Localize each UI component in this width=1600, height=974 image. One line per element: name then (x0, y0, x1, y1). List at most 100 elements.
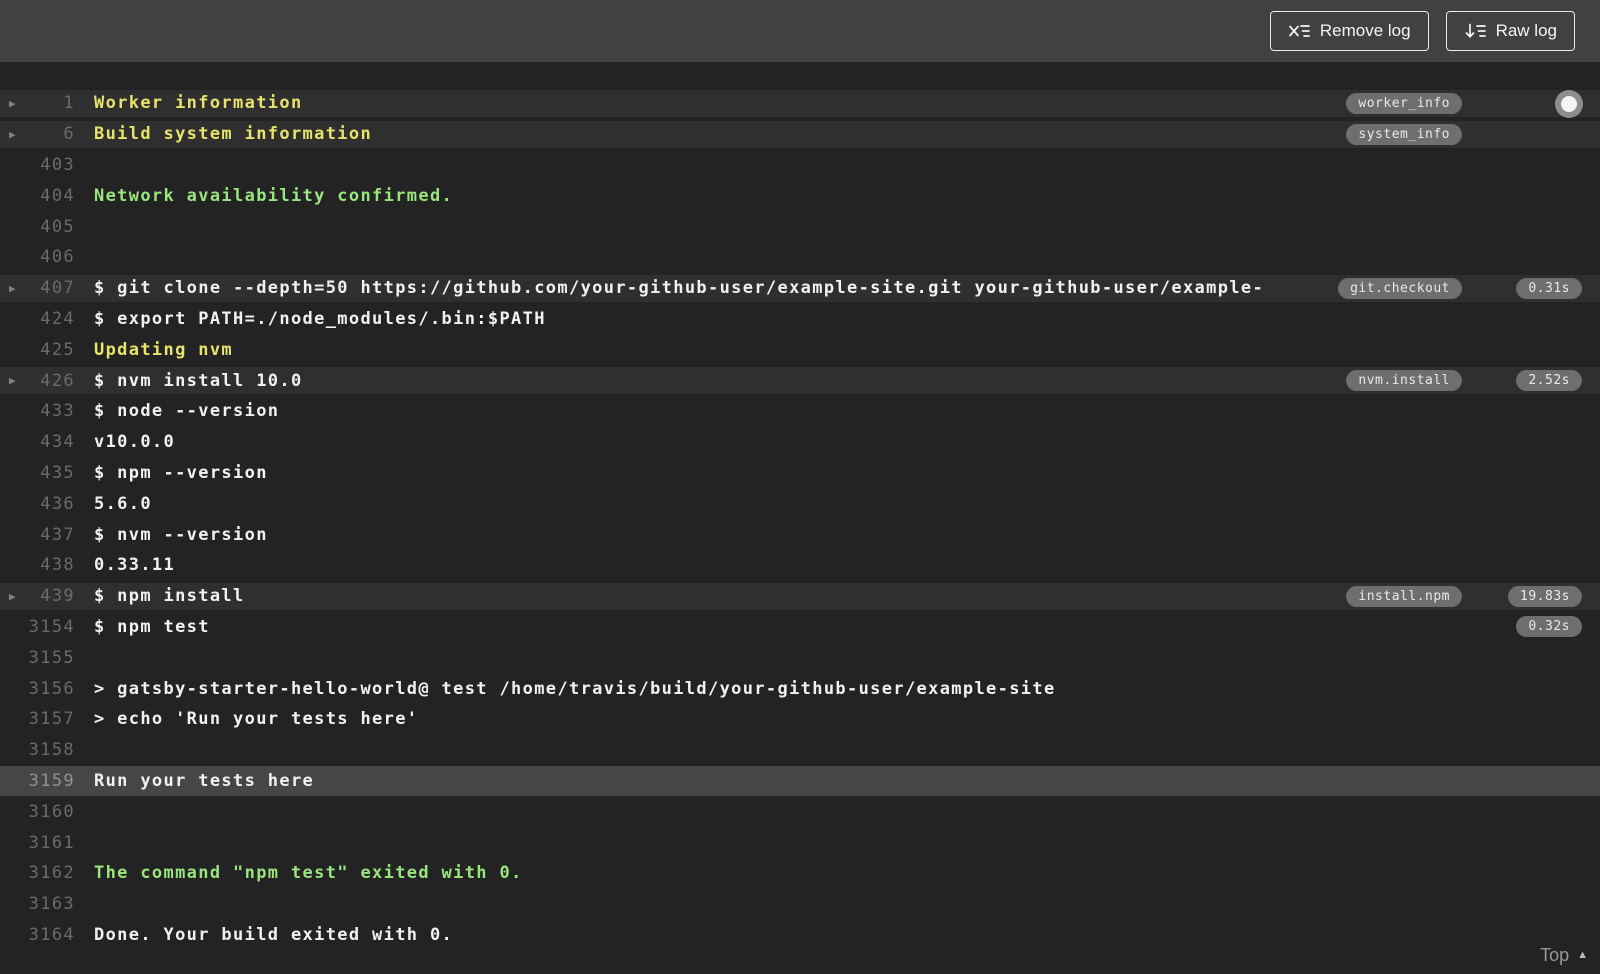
fold-toggle-icon[interactable]: ▶ (0, 97, 26, 110)
log-row: 3157 > echo 'Run your tests here' (0, 704, 1600, 735)
log-line-text: $ npm --version (94, 462, 268, 483)
log-row: 438 0.33.11 (0, 550, 1600, 581)
remove-log-icon (1288, 22, 1310, 40)
log-line-text: 5.6.0 (94, 493, 152, 514)
log-row: 3158 (0, 735, 1600, 766)
duration-slot: 19.83s (1462, 585, 1600, 607)
log-row: 3156 > gatsby-starter-hello-world@ test … (0, 673, 1600, 704)
log-row: ▶ 439 $ npm install install.npm 19.83s (0, 580, 1600, 612)
log-line-text: Updating nvm (94, 339, 234, 360)
line-number[interactable]: 3161 (26, 833, 75, 853)
log-row: 3161 (0, 827, 1600, 858)
log-row: 3162 The command "npm test" exited with … (0, 858, 1600, 889)
top-link-label: Top (1540, 945, 1570, 965)
log-line-text: Build system information (94, 124, 373, 145)
line-number[interactable]: 406 (26, 247, 75, 267)
fold-tag-badge: git.checkout (1338, 277, 1462, 299)
log-line-text: $ nvm --version (94, 524, 268, 545)
line-number[interactable]: 435 (26, 463, 75, 483)
line-number[interactable]: 437 (26, 525, 75, 545)
line-number[interactable]: 3157 (26, 709, 75, 729)
log-line-text: > echo 'Run your tests here' (94, 709, 419, 730)
raw-log-icon (1464, 22, 1486, 40)
line-number[interactable]: 3155 (26, 648, 75, 668)
fold-toggle-icon[interactable]: ▶ (0, 374, 26, 387)
line-number[interactable]: 425 (26, 340, 75, 360)
line-number[interactable]: 426 (26, 371, 75, 391)
line-number[interactable]: 3162 (26, 863, 75, 883)
log-row: 3164 Done. Your build exited with 0. (0, 920, 1600, 951)
log-row: ▶ 407 $ git clone --depth=50 https://git… (0, 272, 1600, 304)
log-row: 435 $ npm --version (0, 458, 1600, 489)
line-number[interactable]: 407 (26, 278, 75, 298)
line-number[interactable]: 405 (26, 217, 75, 237)
follow-log-dot-icon (1561, 96, 1577, 112)
duration-badge: 19.83s (1508, 585, 1582, 607)
line-number[interactable]: 3160 (26, 802, 75, 822)
raw-log-button[interactable]: Raw log (1445, 11, 1575, 51)
remove-log-label: Remove log (1319, 21, 1411, 40)
fold-tag-badge: install.npm (1346, 585, 1462, 607)
line-number[interactable]: 403 (26, 155, 75, 175)
line-number[interactable]: 438 (26, 555, 75, 575)
line-number[interactable]: 424 (26, 309, 75, 329)
log-row: 433 $ node --version (0, 396, 1600, 427)
line-number[interactable]: 3156 (26, 679, 75, 699)
line-number[interactable]: 3159 (26, 771, 75, 791)
fold-tag-badge: worker_info (1346, 92, 1462, 114)
scroll-to-top-link[interactable]: Top ▲ (1540, 945, 1588, 966)
raw-log-label: Raw log (1495, 21, 1557, 40)
remove-log-button[interactable]: Remove log (1269, 11, 1429, 51)
build-log: ▶ 1 Worker information worker_info ▶ 6 B… (0, 62, 1600, 974)
line-number[interactable]: 3158 (26, 740, 75, 760)
log-line-text: v10.0.0 (94, 432, 176, 453)
log-row: 405 (0, 211, 1600, 242)
duration-slot: 0.31s (1462, 277, 1600, 299)
fold-toggle-icon[interactable]: ▶ (0, 282, 26, 295)
log-line-text: $ npm test (94, 616, 210, 637)
log-row: 425 Updating nvm (0, 334, 1600, 365)
line-number[interactable]: 436 (26, 494, 75, 514)
chevron-up-icon: ▲ (1577, 949, 1588, 961)
log-toolbar: Remove log Raw log (0, 0, 1600, 62)
log-row: 424 $ export PATH=./node_modules/.bin:$P… (0, 304, 1600, 335)
duration-badge: 0.31s (1516, 277, 1582, 299)
line-number[interactable]: 433 (26, 401, 75, 421)
duration-badge: 0.32s (1516, 616, 1582, 638)
log-row: 403 (0, 150, 1600, 181)
log-rows-container: ▶ 1 Worker information worker_info ▶ 6 B… (0, 88, 1600, 950)
log-line-text: Run your tests here (94, 770, 315, 791)
log-line-text: Network availability confirmed. (94, 185, 454, 206)
follow-log-toggle[interactable] (1555, 90, 1583, 118)
fold-tag-badge: nvm.install (1346, 370, 1462, 392)
line-number[interactable]: 1 (26, 93, 75, 113)
line-number[interactable]: 3154 (26, 617, 75, 637)
log-row: 436 5.6.0 (0, 488, 1600, 519)
duration-slot: 0.32s (1462, 616, 1600, 638)
log-row: 404 Network availability confirmed. (0, 180, 1600, 211)
log-row: 406 (0, 242, 1600, 273)
log-line-text: $ export PATH=./node_modules/.bin:$PATH (94, 308, 546, 329)
line-number[interactable]: 434 (26, 432, 75, 452)
fold-tag-badge: system_info (1346, 123, 1462, 145)
log-line-text: > gatsby-starter-hello-world@ test /home… (94, 678, 1056, 699)
fold-toggle-icon[interactable]: ▶ (0, 590, 26, 603)
duration-badge: 2.52s (1516, 370, 1582, 392)
line-number[interactable]: 3164 (26, 925, 75, 945)
travis-log-page: Remove log Raw log ▶ 1 Worker informatio… (0, 0, 1600, 974)
log-row: 3155 (0, 642, 1600, 673)
log-row: ▶ 426 $ nvm install 10.0 nvm.install 2.5… (0, 365, 1600, 396)
log-row: 3159 Run your tests here (0, 765, 1600, 797)
log-row: 3154 $ npm test 0.32s (0, 612, 1600, 643)
line-number[interactable]: 439 (26, 586, 75, 606)
fold-toggle-icon[interactable]: ▶ (0, 128, 26, 141)
log-line-text: The command "npm test" exited with 0. (94, 863, 523, 884)
log-row: 3160 (0, 796, 1600, 827)
line-number[interactable]: 3163 (26, 894, 75, 914)
line-number[interactable]: 404 (26, 186, 75, 206)
log-row: 3163 (0, 889, 1600, 920)
log-row: 434 v10.0.0 (0, 427, 1600, 458)
log-row: 437 $ nvm --version (0, 519, 1600, 550)
log-line-text: Worker information (94, 93, 303, 114)
line-number[interactable]: 6 (26, 124, 75, 144)
